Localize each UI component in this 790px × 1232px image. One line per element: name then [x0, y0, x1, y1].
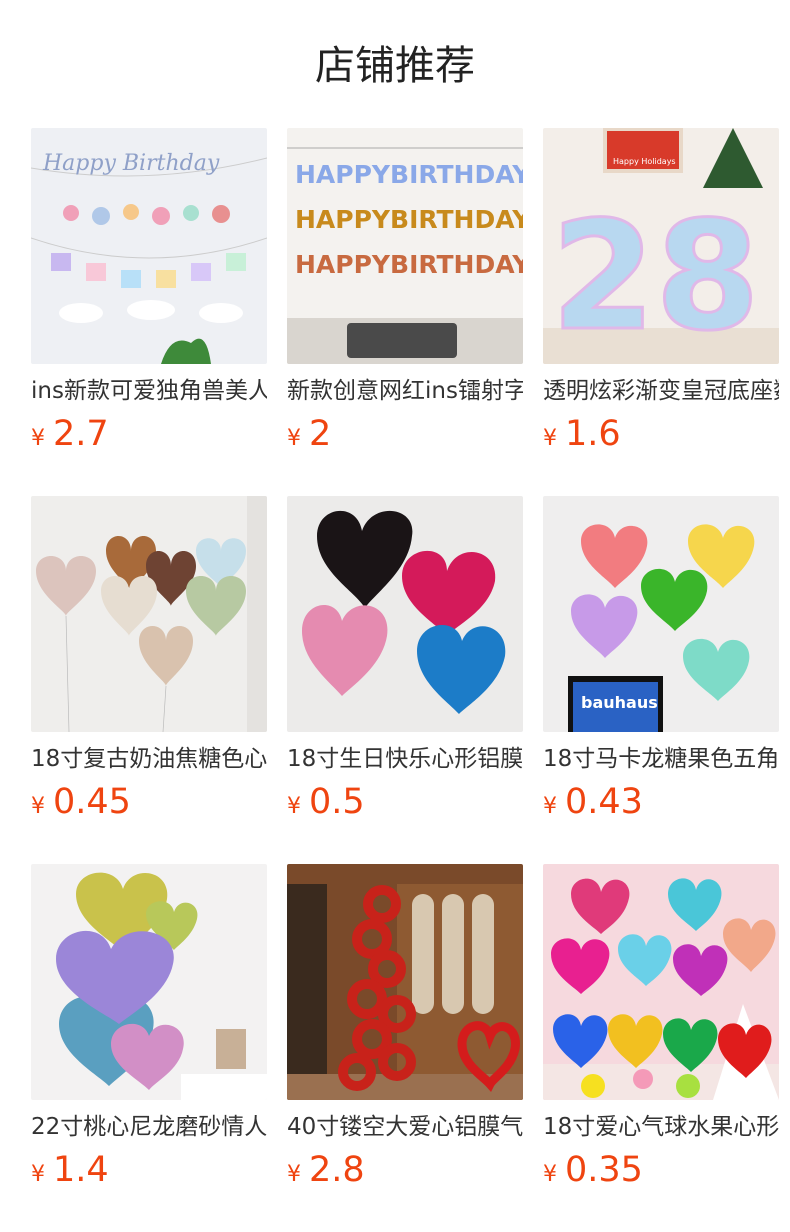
product-card[interactable]: 40寸镂空大爱心铝膜气球链 ¥2.8: [287, 864, 523, 1198]
product-card[interactable]: 22寸桃心尼龙磨砂情人节气球 ¥1.4: [31, 864, 267, 1198]
product-image[interactable]: HAPPYBIRTHDAY HAPPYBIRTHDAY HAPPYBIRTHDA…: [287, 128, 523, 364]
product-name[interactable]: 透明炫彩渐变皇冠底座数字铝膜气球: [543, 374, 779, 408]
price-value: 2.7: [53, 414, 109, 454]
product-price: ¥1.6: [543, 412, 779, 462]
product-name[interactable]: 40寸镂空大爱心铝膜气球链: [287, 1110, 523, 1144]
product-image[interactable]: [287, 864, 523, 1100]
product-image[interactable]: [31, 496, 267, 732]
product-image[interactable]: Happy Birthday: [31, 128, 267, 364]
product-price: ¥2: [287, 412, 523, 462]
price-value: 0.35: [565, 1150, 643, 1190]
product-image[interactable]: [31, 864, 267, 1100]
product-card[interactable]: 18寸生日快乐心形铝膜气球 ¥0.5: [287, 496, 523, 830]
currency-symbol: ¥: [287, 794, 301, 819]
product-price: ¥0.45: [31, 780, 267, 830]
product-card[interactable]: 18寸爱心气球水果心形铝膜气球 ¥0.35: [543, 864, 779, 1198]
currency-symbol: ¥: [31, 1162, 45, 1187]
price-value: 2: [309, 414, 332, 454]
product-image[interactable]: bauhaus: [543, 496, 779, 732]
product-name[interactable]: 18寸复古奶油焦糖色心形铝膜气球: [31, 742, 267, 776]
product-name[interactable]: 18寸马卡龙糖果色五角星心形气球: [543, 742, 779, 776]
product-name[interactable]: 18寸爱心气球水果心形铝膜气球: [543, 1110, 779, 1144]
banner-text: Happy Birthday: [42, 151, 220, 176]
currency-symbol: ¥: [543, 794, 557, 819]
currency-symbol: ¥: [31, 794, 45, 819]
product-name[interactable]: ins新款可爱独角兽美人鱼生日派对拉旗: [31, 374, 267, 408]
currency-symbol: ¥: [543, 426, 557, 451]
currency-symbol: ¥: [287, 426, 301, 451]
number-balloon-text: 28: [551, 190, 760, 364]
page-title: 店铺推荐: [315, 43, 475, 89]
product-card[interactable]: 18寸复古奶油焦糖色心形铝膜气球 ¥0.45: [31, 496, 267, 830]
product-price: ¥0.35: [543, 1148, 779, 1198]
currency-symbol: ¥: [543, 1162, 557, 1187]
product-image[interactable]: [287, 496, 523, 732]
product-name[interactable]: 18寸生日快乐心形铝膜气球: [287, 742, 523, 776]
price-value: 0.45: [53, 782, 131, 822]
product-image[interactable]: [543, 864, 779, 1100]
product-card[interactable]: Happy Birthday ins新款可爱独角兽美人鱼生日派对拉旗 ¥2.7: [31, 128, 267, 462]
price-value: 0.43: [565, 782, 643, 822]
currency-symbol: ¥: [31, 426, 45, 451]
product-card[interactable]: bauhaus 18寸马卡龙糖果色五角星心形气球 ¥0.43: [543, 496, 779, 830]
sign-text: bauhaus: [581, 693, 658, 712]
price-value: 0.5: [309, 782, 365, 822]
product-name[interactable]: 新款创意网红ins镭射字母拉旗: [287, 374, 523, 408]
product-price: ¥0.43: [543, 780, 779, 830]
banner-text: HAPPYBIRTHDAY: [295, 205, 523, 234]
product-price: ¥2.8: [287, 1148, 523, 1198]
product-price: ¥1.4: [31, 1148, 267, 1198]
product-price: ¥2.7: [31, 412, 267, 462]
product-card[interactable]: HAPPYBIRTHDAY HAPPYBIRTHDAY HAPPYBIRTHDA…: [287, 128, 523, 462]
banner-text: HAPPYBIRTHDAY: [295, 160, 523, 189]
product-name[interactable]: 22寸桃心尼龙磨砂情人节气球: [31, 1110, 267, 1144]
currency-symbol: ¥: [287, 1162, 301, 1187]
banner-text: HAPPYBIRTHDAY: [295, 250, 523, 279]
price-value: 2.8: [309, 1150, 365, 1190]
price-value: 1.4: [53, 1150, 109, 1190]
product-card[interactable]: Happy Holidays 28 透明炫彩渐变皇冠底座数字铝膜气球 ¥1.6: [543, 128, 779, 462]
product-image[interactable]: Happy Holidays 28: [543, 128, 779, 364]
sign-text: Happy Holidays: [613, 157, 676, 166]
product-price: ¥0.5: [287, 780, 523, 830]
price-value: 1.6: [565, 414, 621, 454]
